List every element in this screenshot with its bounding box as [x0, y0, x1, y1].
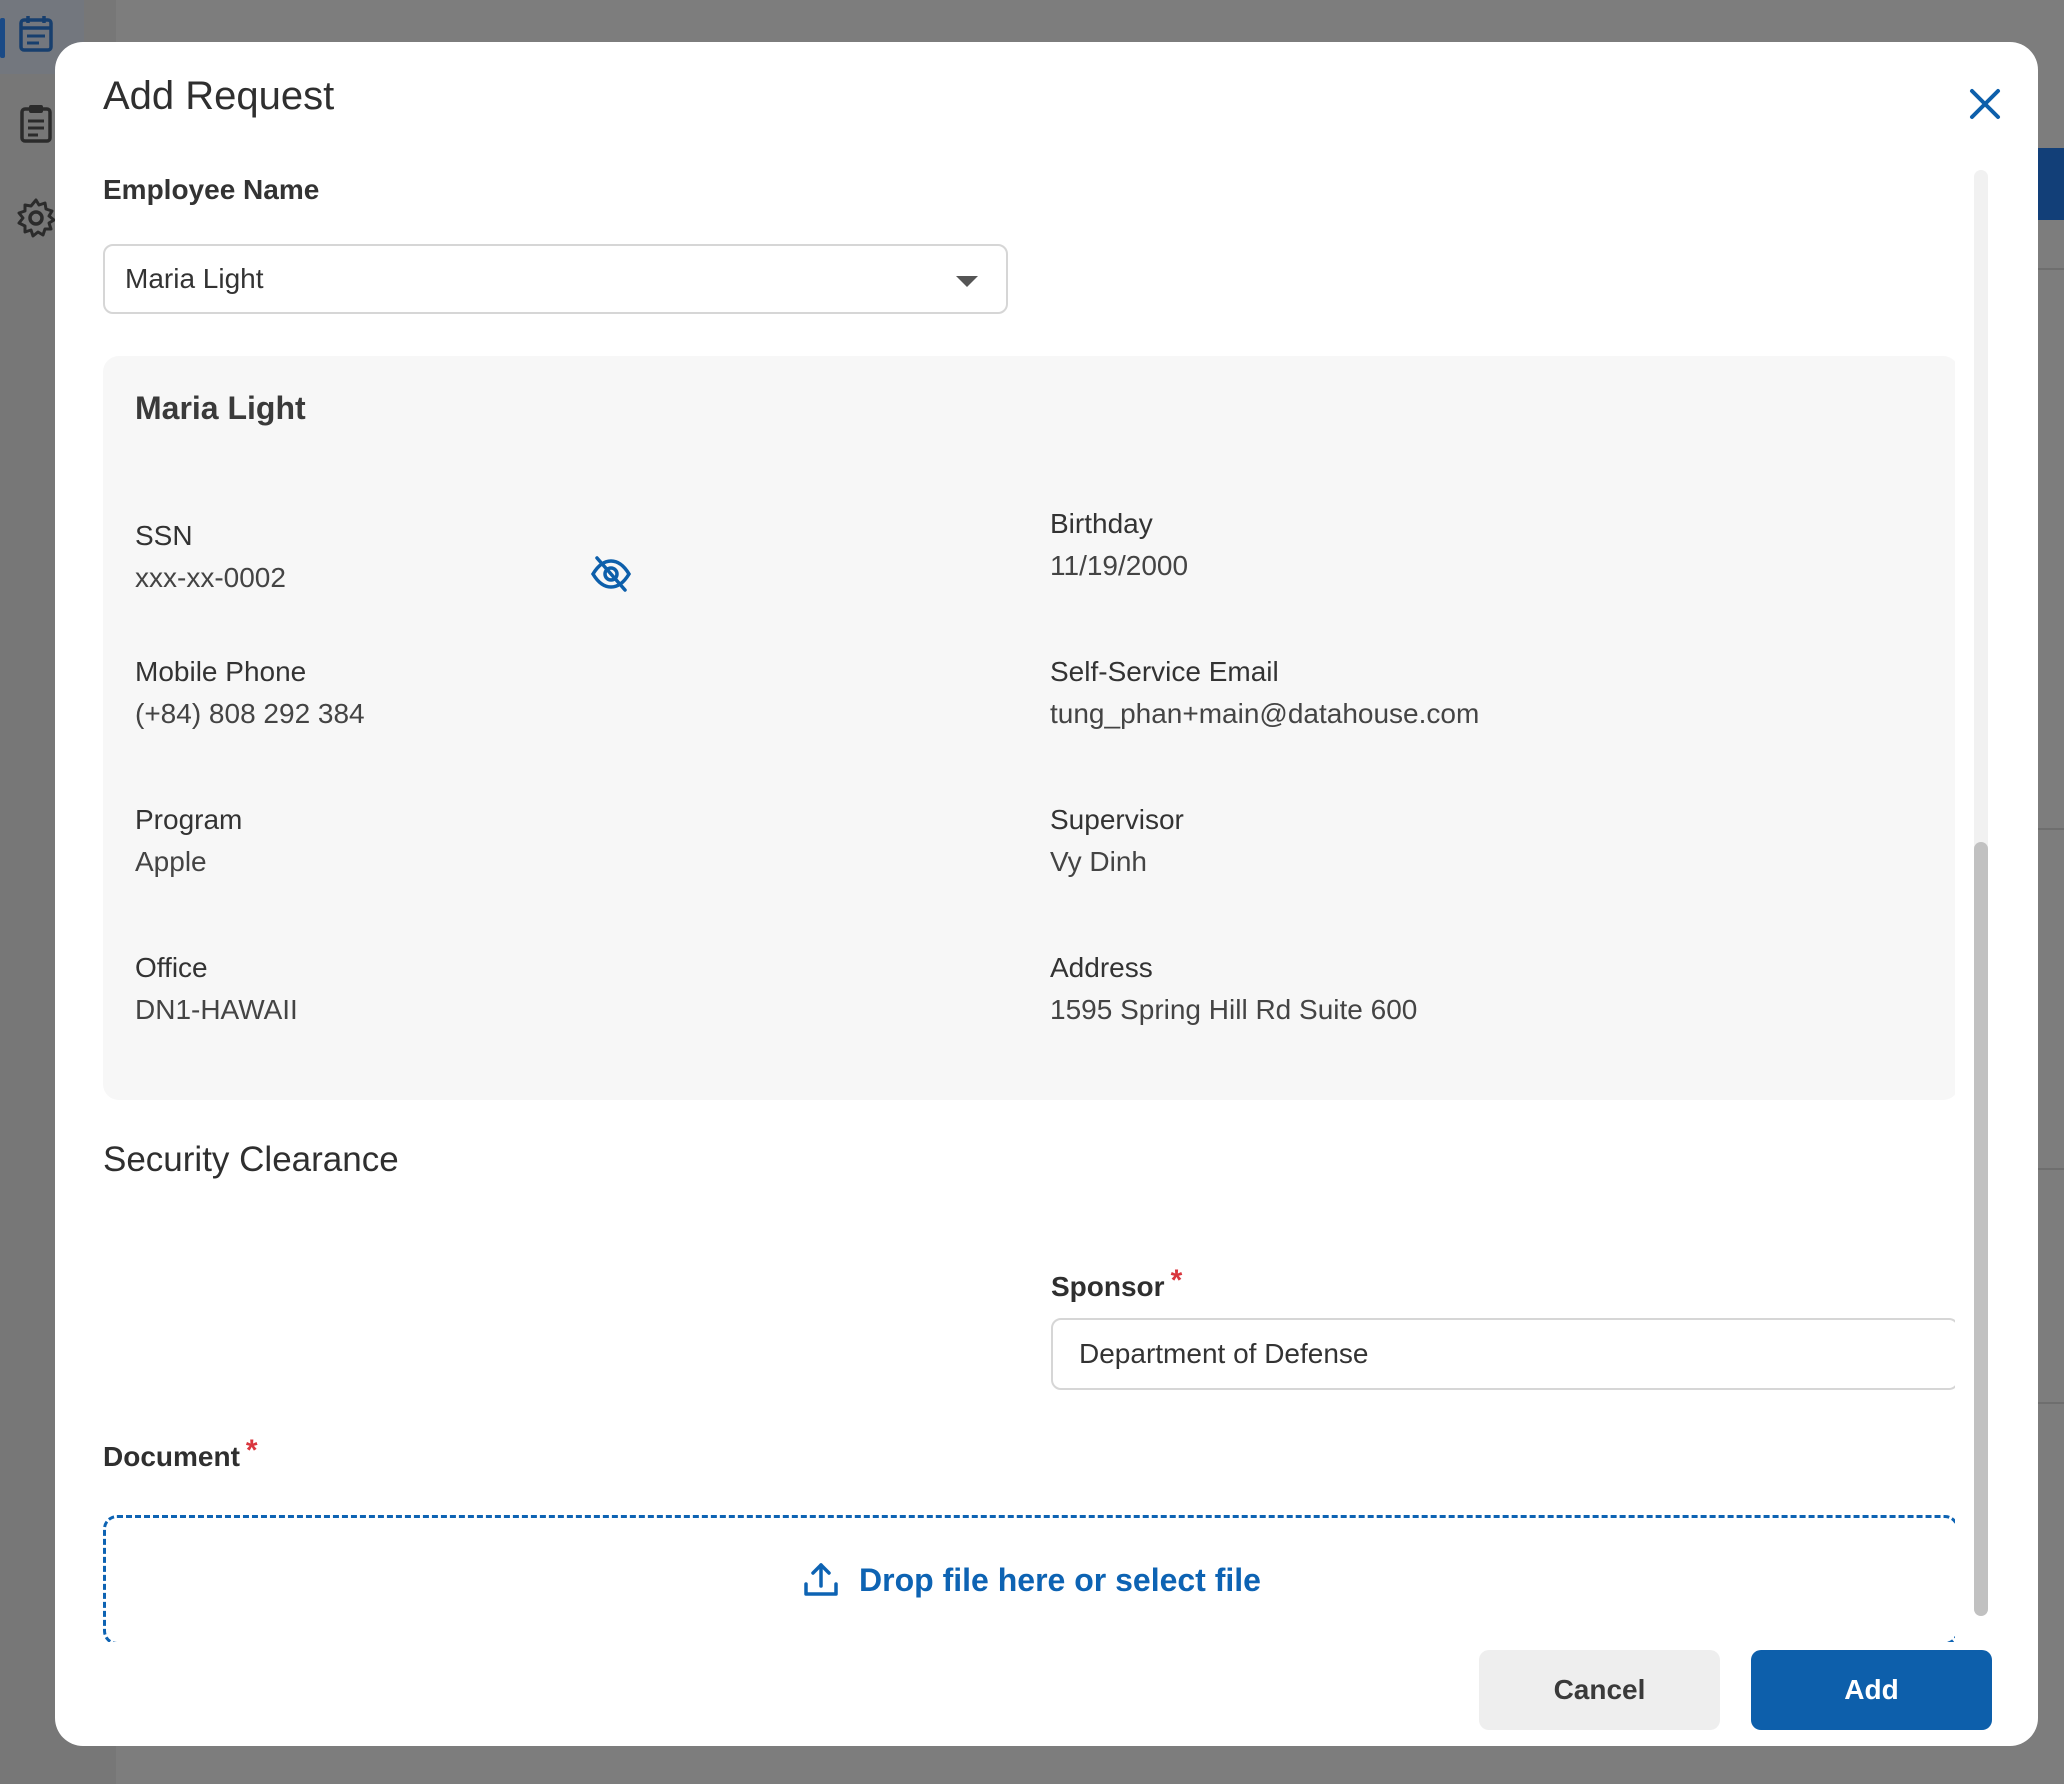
supervisor-value: Vy Dinh: [1050, 846, 1148, 877]
email-value: tung_phan+main@datahouse.com: [1050, 698, 1480, 729]
ssn-label: SSN: [135, 520, 193, 551]
supervisor-label: Supervisor: [1050, 804, 1184, 835]
required-asterisk: *: [1170, 1264, 1183, 1297]
dialog-scroll-content[interactable]: Employee Name Maria Light Maria Light SS…: [55, 172, 1955, 1642]
add-request-dialog: Add Request Employee Name Maria Light Ma…: [55, 42, 2038, 1746]
employee-name-value: Maria Light: [125, 263, 264, 294]
cancel-button[interactable]: Cancel: [1479, 1650, 1720, 1730]
required-asterisk: *: [245, 1434, 258, 1467]
office-value: DN1-HAWAII: [135, 994, 298, 1025]
office-label: Office: [135, 952, 208, 983]
active-indicator: [0, 18, 5, 58]
dropzone-text: Drop file here or select file: [859, 1561, 1261, 1598]
ssn-value: xxx-xx-0002: [135, 562, 286, 593]
employee-card-name: Maria Light: [135, 390, 306, 426]
dialog-title: Add Request: [103, 74, 335, 118]
sponsor-label-text: Sponsor: [1051, 1271, 1165, 1302]
chevron-down-icon: [956, 276, 978, 287]
sponsor-input[interactable]: [1051, 1318, 1955, 1390]
address-label: Address: [1050, 952, 1153, 983]
email-label: Self-Service Email: [1050, 656, 1279, 687]
mobile-phone-value: (+84) 808 292 384: [135, 698, 365, 729]
document-label: Document *: [103, 1434, 258, 1474]
clipboard-icon[interactable]: [14, 102, 58, 146]
sponsor-label: Sponsor *: [1051, 1264, 1182, 1304]
scrollbar-thumb[interactable]: [1974, 842, 1988, 1616]
address-value: 1595 Spring Hill Rd Suite 600: [1050, 994, 1418, 1025]
program-value: Apple: [135, 846, 207, 877]
add-button[interactable]: Add: [1751, 1650, 1992, 1730]
birthday-value: 11/19/2000: [1050, 550, 1189, 581]
eye-off-icon[interactable]: [589, 552, 633, 596]
employee-name-label: Employee Name: [103, 174, 319, 206]
mobile-phone-label: Mobile Phone: [135, 656, 307, 687]
close-icon: [1970, 89, 2000, 119]
upload-icon: [804, 1563, 838, 1596]
gear-icon[interactable]: [14, 196, 58, 240]
employee-name-label-text: Employee Name: [103, 174, 320, 205]
document-label-text: Document: [103, 1441, 240, 1472]
birthday-label: Birthday: [1050, 508, 1153, 539]
employee-name-select[interactable]: Maria Light: [103, 244, 1008, 314]
calendar-icon: [19, 16, 53, 52]
program-label: Program: [135, 804, 243, 835]
security-clearance-title: Security Clearance: [103, 1140, 399, 1179]
close-button[interactable]: [1960, 79, 2010, 129]
employee-info-card: Maria Light SSN xxx-xx-0002 Birthday 11/…: [103, 356, 1955, 1100]
document-dropzone[interactable]: Drop file here or select file: [103, 1515, 1955, 1642]
